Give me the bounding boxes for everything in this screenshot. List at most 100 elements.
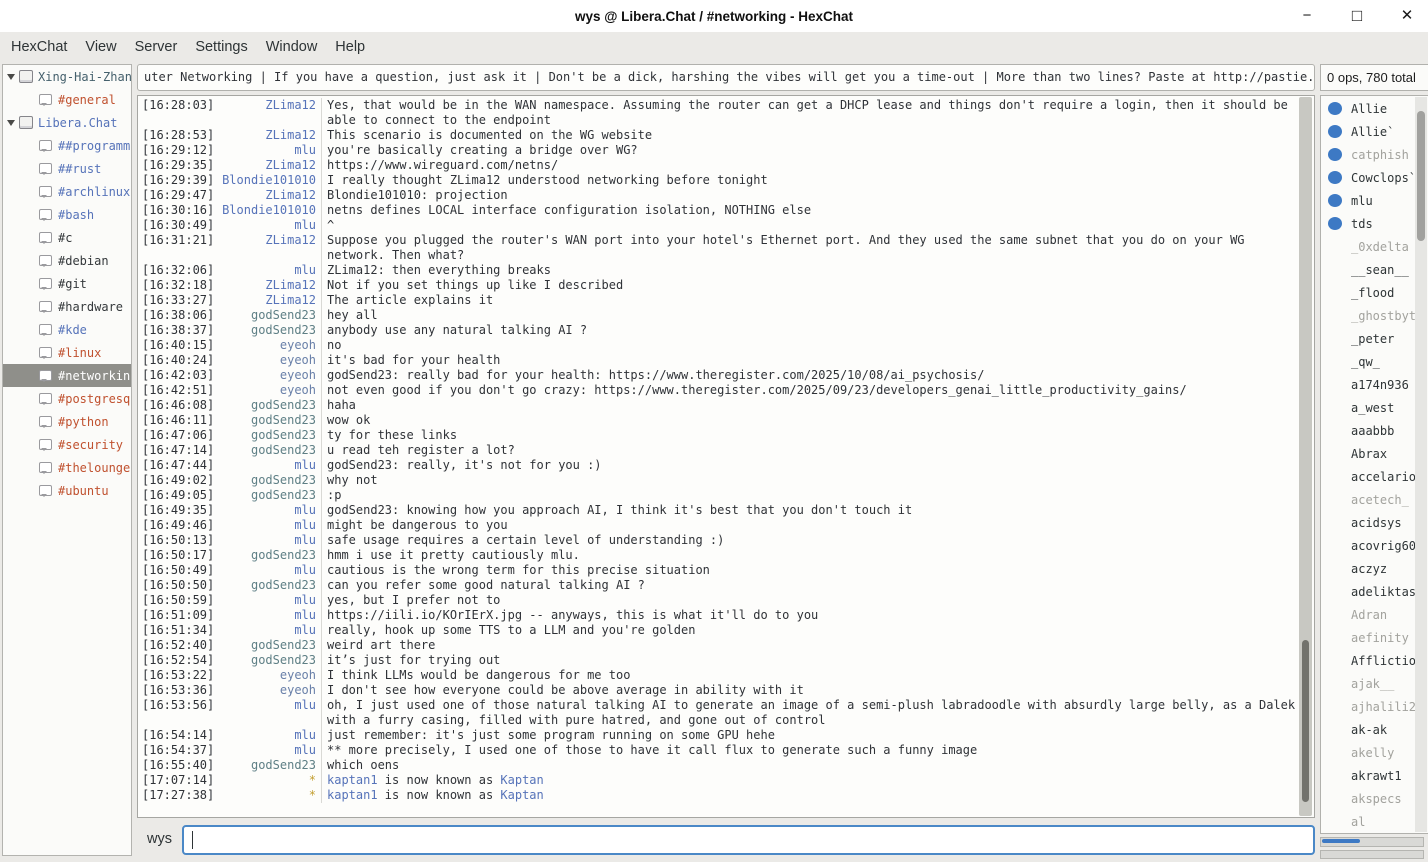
tree-item-debian[interactable]: #debian <box>3 249 131 272</box>
tree-item-xinghaizhan[interactable]: Xing-Hai-Zhan <box>3 65 131 88</box>
chat-message: [16:31:21]ZLima12Suppose you plugged the… <box>138 233 1297 263</box>
message-nick: eyeoh <box>220 338 321 353</box>
user-list-item[interactable]: _flood <box>1321 281 1428 304</box>
tree-item-general[interactable]: #general <box>3 88 131 111</box>
user-list-item[interactable]: _0xdelta <box>1321 235 1428 258</box>
message-time: [16:30:16] <box>138 203 220 218</box>
chat-scrollbar-thumb[interactable] <box>1302 640 1309 802</box>
tree-item-c[interactable]: #c <box>3 226 131 249</box>
menu-item-hexchat[interactable]: HexChat <box>2 34 76 60</box>
tree-item-ubuntu[interactable]: #ubuntu <box>3 479 131 502</box>
tree-item-label: #linux <box>58 346 101 360</box>
tree-item-programming[interactable]: ##programming <box>3 134 131 157</box>
chat-message: [16:52:40]godSend23weird art there <box>138 638 1297 653</box>
message-time: [16:52:40] <box>138 638 220 653</box>
tree-item-kde[interactable]: #kde <box>3 318 131 341</box>
user-list-item[interactable]: acetech_ <box>1321 488 1428 511</box>
expander-icon[interactable] <box>7 120 15 126</box>
user-list-item[interactable]: Allie <box>1321 97 1428 120</box>
user-list-scrollbar[interactable] <box>1415 97 1427 832</box>
message-input[interactable] <box>182 825 1315 855</box>
expander-icon[interactable] <box>7 74 15 80</box>
user-list-item[interactable]: catphish <box>1321 143 1428 166</box>
voice-icon <box>1328 125 1342 138</box>
tree-item-python[interactable]: #python <box>3 410 131 433</box>
message-nick: mlu <box>220 533 321 548</box>
chat-scrollbar[interactable] <box>1299 97 1312 816</box>
tree-item-thelounge[interactable]: #thelounge <box>3 456 131 479</box>
close-icon[interactable]: ✕ <box>1398 0 1416 32</box>
user-list-item[interactable]: ajhalili2 <box>1321 695 1428 718</box>
tree-item-networking[interactable]: #networking <box>3 364 131 387</box>
user-list-item[interactable]: acidsys <box>1321 511 1428 534</box>
user-list-item[interactable]: Adran <box>1321 603 1428 626</box>
tree-item-label: ##rust <box>58 162 101 176</box>
user-list-item[interactable]: a174n936 <box>1321 373 1428 396</box>
message-text: I don't see how everyone could be above … <box>321 683 1297 698</box>
menu-item-server[interactable]: Server <box>126 34 187 60</box>
topic-bar[interactable]: uter Networking | If you have a question… <box>137 64 1315 91</box>
menu-item-view[interactable]: View <box>76 34 125 60</box>
user-list-item[interactable]: Afflictio <box>1321 649 1428 672</box>
message-text: hey all <box>321 308 1297 323</box>
user-name: mlu <box>1351 194 1373 208</box>
user-list-item[interactable]: a_west <box>1321 396 1428 419</box>
message-text: https://www.wireguard.com/netns/ <box>321 158 1297 173</box>
maximize-icon[interactable]: □ <box>1348 0 1366 32</box>
message-time: [16:49:35] <box>138 503 220 518</box>
user-list-hscrollbar-2[interactable] <box>1320 850 1424 859</box>
menu-item-settings[interactable]: Settings <box>186 34 256 60</box>
user-list-item[interactable]: Cowclops` <box>1321 166 1428 189</box>
minimize-icon[interactable]: − <box>1298 0 1316 32</box>
title-bar: wys @ Libera.Chat / #networking - HexCha… <box>0 0 1428 32</box>
tree-item-git[interactable]: #git <box>3 272 131 295</box>
user-list-item[interactable]: _ghostbyt <box>1321 304 1428 327</box>
user-list-item[interactable]: adeliktas <box>1321 580 1428 603</box>
user-list-item[interactable]: Abrax <box>1321 442 1428 465</box>
user-list-item[interactable]: akspecs <box>1321 787 1428 810</box>
tree-item-linux[interactable]: #linux <box>3 341 131 364</box>
user-list-item[interactable]: _peter <box>1321 327 1428 350</box>
user-list-item[interactable]: aaabbb <box>1321 419 1428 442</box>
tree-item-label: #debian <box>58 254 109 268</box>
chat-message: [16:50:13]mlusafe usage requires a certa… <box>138 533 1297 548</box>
tree-item-postgresql[interactable]: #postgresql <box>3 387 131 410</box>
message-time: [16:53:22] <box>138 668 220 683</box>
channel-icon <box>39 370 52 381</box>
user-list-item[interactable]: _qw_ <box>1321 350 1428 373</box>
tree-item-rust[interactable]: ##rust <box>3 157 131 180</box>
message-text: ZLima12: then everything breaks <box>321 263 1297 278</box>
user-list-scrollbar-thumb[interactable] <box>1417 111 1425 241</box>
user-list-item[interactable]: akrawt1 <box>1321 764 1428 787</box>
user-list-item[interactable]: accelario <box>1321 465 1428 488</box>
menu-item-window[interactable]: Window <box>257 34 327 60</box>
user-name: akrawt1 <box>1351 769 1402 783</box>
user-list-item[interactable]: ajak__ <box>1321 672 1428 695</box>
user-list-item[interactable]: akelly <box>1321 741 1428 764</box>
user-list-hscrollbar-thumb[interactable] <box>1322 839 1360 843</box>
user-list-item[interactable]: ak-ak <box>1321 718 1428 741</box>
user-list-item[interactable]: tds <box>1321 212 1428 235</box>
menu-item-help[interactable]: Help <box>326 34 374 60</box>
user-list-item[interactable]: __sean__ <box>1321 258 1428 281</box>
chat-message: [17:07:14]*kaptan1 is now known as Kapta… <box>138 773 1297 788</box>
user-list-item[interactable]: al <box>1321 810 1428 833</box>
tree-item-security[interactable]: #security <box>3 433 131 456</box>
user-name: Allie <box>1351 102 1387 116</box>
user-name: acidsys <box>1351 516 1402 530</box>
user-list-hscrollbar[interactable] <box>1320 837 1424 847</box>
user-list-item[interactable]: mlu <box>1321 189 1428 212</box>
user-list-item[interactable]: Allie` <box>1321 120 1428 143</box>
tree-item-bash[interactable]: #bash <box>3 203 131 226</box>
tree-item-liberachat[interactable]: Libera.Chat <box>3 111 131 134</box>
message-time: [16:53:36] <box>138 683 220 698</box>
tree-item-hardware[interactable]: #hardware <box>3 295 131 318</box>
nick-mention: kaptan1 <box>327 788 378 802</box>
user-list-item[interactable]: acovrig60 <box>1321 534 1428 557</box>
chat-message: [16:28:53]ZLima12This scenario is docume… <box>138 128 1297 143</box>
user-list-item[interactable]: aefinity <box>1321 626 1428 649</box>
message-nick: godSend23 <box>220 653 321 668</box>
message-text: This scenario is documented on the WG we… <box>321 128 1297 143</box>
tree-item-archlinux[interactable]: #archlinux <box>3 180 131 203</box>
user-list-item[interactable]: aczyz <box>1321 557 1428 580</box>
